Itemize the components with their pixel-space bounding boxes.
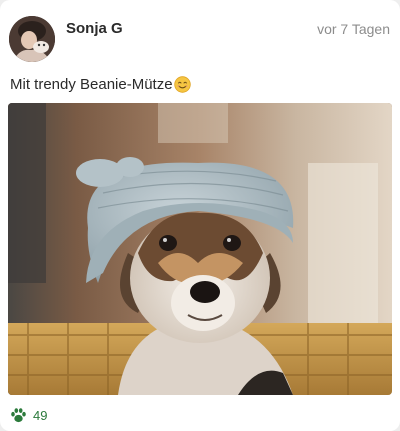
post-caption-text: Mit trendy Beanie-Mütze: [10, 76, 173, 93]
post-caption: Mit trendy Beanie-Mütze: [10, 76, 191, 93]
paw-icon[interactable]: [10, 407, 27, 424]
post-card: Sonja G vor 7 Tagen Mit trendy Beanie-Mü…: [0, 0, 400, 431]
post-footer: 49: [10, 405, 47, 425]
author-name[interactable]: Sonja G: [66, 20, 123, 37]
smiling-face-emoji-icon: [173, 76, 191, 93]
author-avatar[interactable]: [9, 16, 55, 62]
like-count[interactable]: 49: [33, 408, 47, 423]
post-timestamp: vor 7 Tagen: [317, 21, 390, 37]
post-photo[interactable]: [8, 103, 392, 395]
